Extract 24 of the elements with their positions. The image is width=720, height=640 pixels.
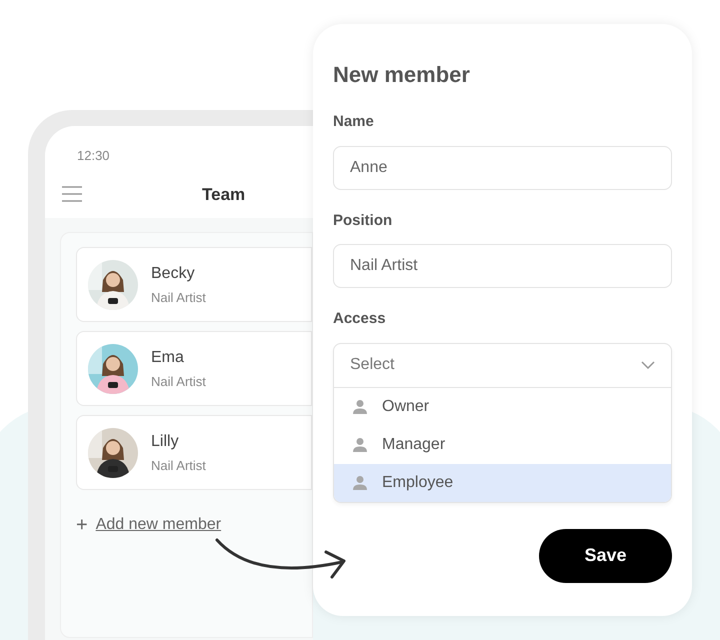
member-card[interactable]: Lilly Nail Artist bbox=[76, 415, 312, 490]
member-card[interactable]: Becky Nail Artist bbox=[76, 247, 312, 322]
member-name: Lilly bbox=[151, 432, 180, 452]
access-option[interactable]: Owner bbox=[334, 388, 671, 426]
access-option[interactable]: Employee bbox=[334, 464, 671, 502]
select-placeholder: Select bbox=[350, 355, 394, 375]
access-option[interactable]: Manager bbox=[334, 426, 671, 464]
input-field[interactable]: Anne bbox=[333, 146, 672, 190]
screen-title: Team bbox=[202, 184, 246, 206]
member-card[interactable]: Ema Nail Artist bbox=[76, 331, 312, 406]
field-label: Access bbox=[333, 309, 387, 329]
member-name: Ema bbox=[151, 348, 185, 368]
field-label: Name bbox=[333, 112, 375, 132]
add-member-link[interactable]: Add new member bbox=[96, 513, 222, 537]
field-label: Position bbox=[333, 210, 394, 230]
member-position: Nail Artist bbox=[151, 456, 206, 475]
form-title: New member bbox=[333, 61, 471, 89]
member-name: Becky bbox=[151, 264, 196, 284]
member-position: Nail Artist bbox=[151, 372, 206, 391]
input-field[interactable]: Nail Artist bbox=[333, 244, 672, 288]
save-button[interactable]: Save bbox=[539, 528, 672, 582]
member-position: Nail Artist bbox=[151, 288, 206, 307]
plus-icon: + bbox=[76, 515, 88, 535]
clock-time: 12:30 bbox=[77, 147, 110, 165]
